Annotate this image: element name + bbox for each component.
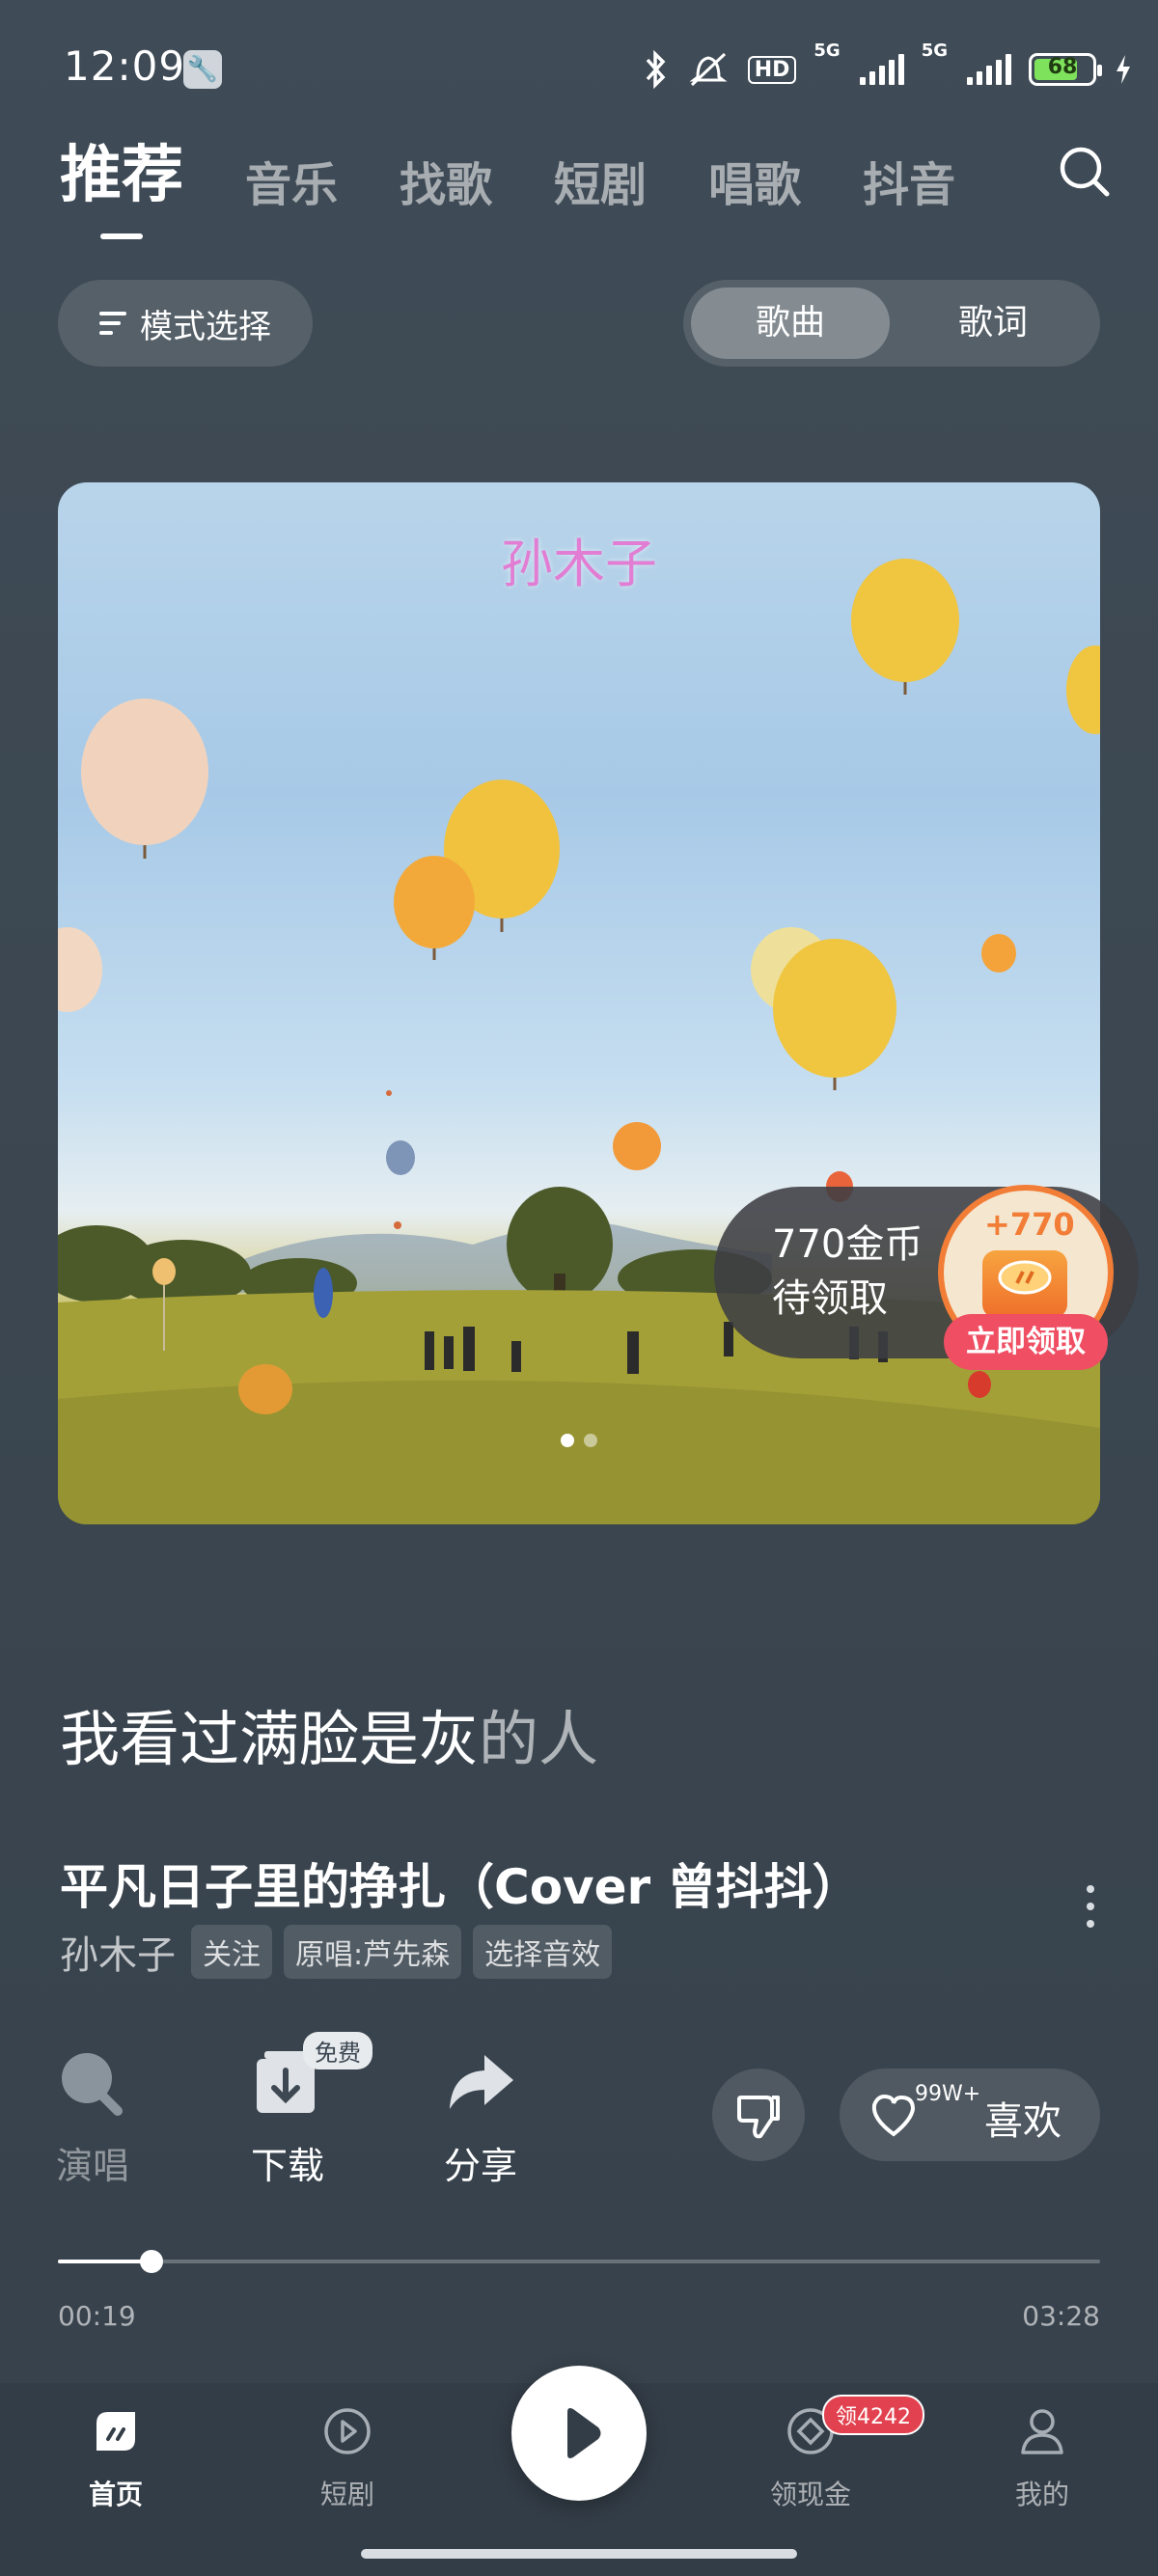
- current-lyric: 我看过满脸是灰的人: [60, 1690, 598, 1777]
- nav-profile-label: 我的: [1014, 2479, 1069, 2510]
- network-label-2: 5G: [921, 41, 948, 61]
- tab-music[interactable]: 音乐: [245, 147, 338, 214]
- network-label-1: 5G: [813, 41, 841, 61]
- search-icon[interactable]: [1058, 145, 1112, 199]
- nav-short-drama[interactable]: 短剧: [270, 2402, 425, 2512]
- cash-badge: 领4242: [822, 2395, 924, 2435]
- signal-icon: [967, 54, 1011, 85]
- nav-get-cash-label: 领现金: [769, 2479, 851, 2510]
- tab-find-song[interactable]: 找歌: [400, 147, 492, 214]
- tab-sing[interactable]: 唱歌: [708, 147, 801, 214]
- progress-knob[interactable]: [140, 2250, 164, 2273]
- battery-icon: 68: [1029, 53, 1102, 86]
- signal-icon: [859, 54, 904, 85]
- tab-short-drama[interactable]: 短剧: [554, 147, 647, 214]
- home-icon: [96, 2412, 135, 2451]
- share-label: 分享: [443, 2145, 517, 2187]
- play-icon: [567, 2408, 601, 2458]
- toggle-song[interactable]: 歌曲: [691, 288, 890, 359]
- page-dot: [584, 1434, 597, 1447]
- claim-now-button[interactable]: 立即领取: [944, 1314, 1108, 1370]
- balloon-scene: [58, 559, 1100, 1524]
- tab-recommend[interactable]: 推荐: [60, 125, 183, 239]
- total-time: 03:28: [1022, 2300, 1100, 2332]
- mode-select-button[interactable]: 模式选择: [58, 280, 313, 367]
- cover-artwork[interactable]: 孙木子: [58, 482, 1100, 1524]
- free-badge: 免费: [303, 2032, 372, 2069]
- follow-button[interactable]: 关注: [191, 1925, 272, 1979]
- mode-select-label: 模式选择: [140, 307, 271, 346]
- download-label: 下载: [250, 2145, 324, 2187]
- song-title[interactable]: 平凡日子里的挣扎（Cover 曾抖抖）: [60, 1849, 861, 1918]
- cover-page-indicator: [58, 1434, 1100, 1447]
- song-lyric-toggle: 歌曲 歌词: [683, 280, 1100, 367]
- cover-title-text: 孙木子: [501, 534, 657, 594]
- status-icons: HD 5G 5G 68: [644, 42, 1133, 96]
- bluetooth-icon: [646, 50, 666, 89]
- microphone-icon: [62, 2053, 123, 2116]
- coin-bag-icon: [982, 1250, 1067, 1318]
- hd-badge: HD: [747, 55, 797, 84]
- sing-button[interactable]: 演唱: [25, 2045, 160, 2189]
- nav-profile[interactable]: 我的: [965, 2402, 1119, 2512]
- thumbs-down-icon: [737, 2096, 780, 2139]
- current-time: 00:19: [58, 2300, 136, 2332]
- battery-level: 68: [1047, 55, 1078, 79]
- status-time: 12:09: [64, 42, 186, 90]
- dislike-button[interactable]: [712, 2069, 805, 2161]
- toggle-lyrics[interactable]: 歌词: [894, 288, 1092, 359]
- nav-short-drama-label: 短剧: [319, 2479, 374, 2510]
- coin-pending: 待领取: [772, 1276, 888, 1321]
- user-icon: [1021, 2409, 1063, 2454]
- top-tab-bar: 推荐 音乐 找歌 短剧 唱歌 抖音: [60, 125, 955, 239]
- more-options-icon[interactable]: [1087, 1885, 1094, 1928]
- nav-home[interactable]: 首页: [39, 2402, 193, 2512]
- list-icon: [99, 312, 126, 335]
- heart-icon: [871, 2095, 916, 2137]
- mute-vibrate-icon: [689, 52, 728, 87]
- wrench-icon: 🔧: [183, 50, 222, 89]
- original-singer-chip[interactable]: 原唱:芦先森: [284, 1925, 462, 1979]
- coin-amount: 770金币: [772, 1222, 924, 1267]
- page-dot-active: [561, 1434, 574, 1447]
- share-button[interactable]: 分享: [413, 2045, 548, 2189]
- home-indicator[interactable]: [361, 2549, 797, 2559]
- progress-track[interactable]: [58, 2260, 1100, 2263]
- charging-icon: [1117, 55, 1130, 84]
- like-label: 喜欢: [984, 2099, 1062, 2144]
- coin-reward-text: 770金币 待领取: [772, 1218, 923, 1326]
- progress-played: [58, 2260, 152, 2263]
- like-count: 99W+: [915, 2082, 981, 2106]
- play-button[interactable]: [511, 2366, 647, 2501]
- coin-bonus: +770: [984, 1206, 1075, 1243]
- share-icon: [450, 2055, 513, 2109]
- artist-name[interactable]: 孙木子: [60, 1924, 176, 1980]
- lyric-upcoming: 的人: [479, 1704, 599, 1774]
- sound-effect-button[interactable]: 选择音效: [473, 1925, 613, 1979]
- sing-label: 演唱: [55, 2145, 129, 2187]
- lyric-sung: 我看过满脸是灰: [60, 1704, 480, 1774]
- video-play-icon: [324, 2408, 371, 2454]
- song-meta-row: 孙木子 关注 原唱:芦先森 选择音效: [60, 1924, 613, 1980]
- nav-home-label: 首页: [88, 2479, 143, 2510]
